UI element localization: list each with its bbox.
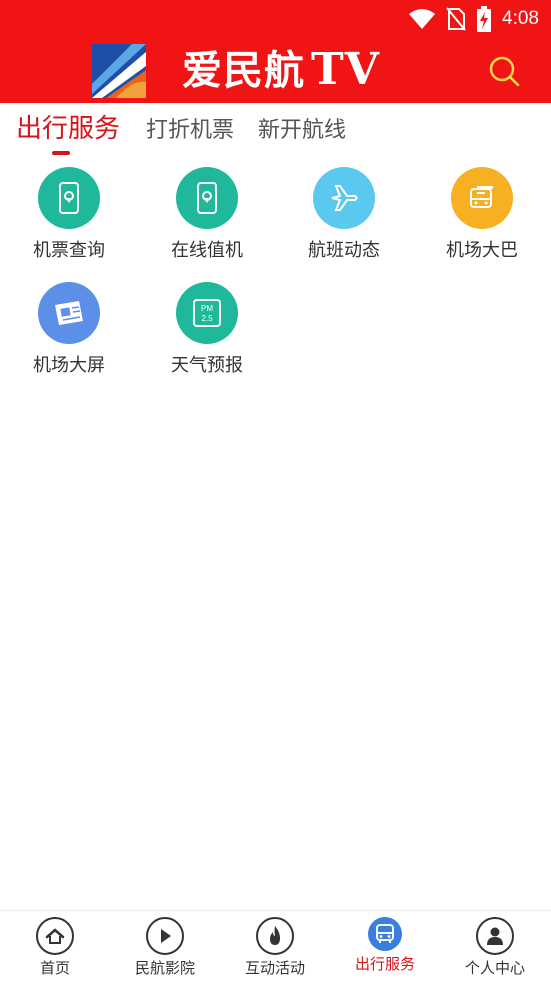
fire-icon	[256, 917, 294, 955]
nav-label: 互动活动	[244, 959, 305, 977]
phone-location-icon	[38, 167, 100, 229]
category-tabs: 出行服务 打折机票 新开航线	[0, 103, 551, 157]
nav-home[interactable]: 首页	[0, 917, 110, 979]
nav-label: 民航影院	[134, 959, 195, 977]
service-weather[interactable]: PM 2.5 天气预报	[147, 282, 267, 378]
pm-icon-value: 2.5	[201, 314, 213, 323]
search-icon[interactable]	[487, 54, 521, 88]
battery-charging-icon	[477, 6, 492, 32]
service-flight-status[interactable]: 航班动态	[284, 167, 404, 263]
app-title: 爱民航 TV	[182, 44, 380, 96]
app-title-tv: TV	[311, 44, 380, 95]
status-bar: 4:08	[408, 6, 539, 32]
service-label: 机场大屏	[33, 355, 105, 376]
service-label: 机票查询	[33, 240, 105, 261]
nav-activities[interactable]: 互动活动	[220, 917, 330, 979]
status-time: 4:08	[502, 8, 539, 29]
pm25-icon: PM 2.5	[176, 282, 238, 344]
home-icon	[36, 917, 74, 955]
tab-discount-tickets[interactable]: 打折机票	[146, 115, 234, 147]
app-logo-icon	[92, 44, 146, 98]
service-label: 机场大巴	[446, 240, 518, 261]
play-icon	[146, 917, 184, 955]
nav-label: 出行服务	[354, 955, 415, 973]
news-icon	[38, 282, 100, 344]
user-icon	[476, 917, 514, 955]
nav-profile[interactable]: 个人中心	[440, 917, 550, 979]
tab-new-routes[interactable]: 新开航线	[258, 115, 346, 147]
active-tab-indicator	[52, 151, 70, 155]
service-online-checkin[interactable]: 在线值机	[147, 167, 267, 263]
airplane-icon	[313, 167, 375, 229]
nav-cinema[interactable]: 民航影院	[110, 917, 220, 979]
phone-location-icon	[176, 167, 238, 229]
service-airport-bus[interactable]: 机场大巴	[422, 167, 542, 263]
service-airport-screen[interactable]: 机场大屏	[9, 282, 129, 378]
service-label: 航班动态	[308, 240, 380, 261]
bus-icon	[368, 917, 402, 951]
header: 爱民航 TV	[0, 40, 551, 100]
no-sim-icon	[446, 7, 466, 31]
tab-travel-services[interactable]: 出行服务	[16, 113, 120, 145]
nav-label: 首页	[39, 959, 70, 977]
service-label: 在线值机	[171, 240, 243, 261]
bottom-navigation: 首页 民航影院 互动活动 出行服务 个人中心	[0, 910, 551, 982]
wifi-icon	[409, 9, 436, 29]
nav-label: 个人中心	[464, 959, 525, 977]
service-ticket-query[interactable]: 机票查询	[9, 167, 129, 263]
nav-travel-services[interactable]: 出行服务	[330, 917, 440, 975]
bus-icon	[451, 167, 513, 229]
service-label: 天气预报	[171, 355, 243, 376]
app-title-text: 爱民航	[182, 48, 305, 94]
app-header-bar: 4:08 爱民航 TV	[0, 0, 551, 103]
pm-icon-text: PM	[201, 304, 213, 313]
